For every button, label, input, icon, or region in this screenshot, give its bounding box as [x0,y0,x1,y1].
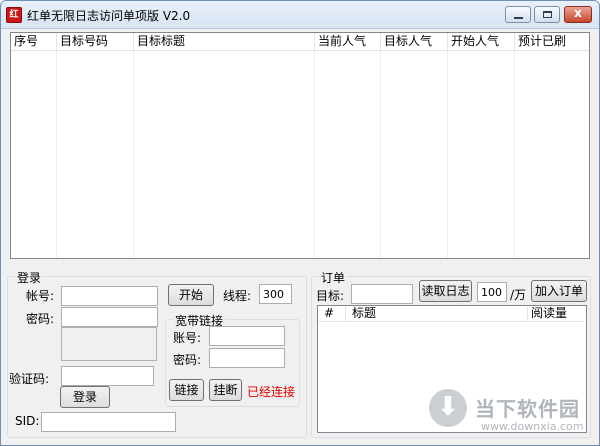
account-input[interactable] [61,286,158,306]
minimize-button[interactable] [505,6,531,23]
window-title: 红单无限日志访问单项版 V2.0 [27,9,191,23]
sid-input[interactable] [41,412,176,432]
threads-input[interactable] [259,284,292,304]
task-list-header: 序号 目标号码 目标标题 当前人气 目标人气 开始人气 预计已刷 [11,33,589,51]
column-divider [448,51,515,258]
app-logo-icon: 红 [6,7,22,23]
column-header-current-popularity[interactable]: 当前人气 [315,33,381,51]
column-header-order-number[interactable]: # [318,306,346,322]
column-divider [315,51,381,258]
password-input[interactable] [61,307,158,327]
task-list-body[interactable] [11,51,589,258]
order-target-label: 目标: [316,289,345,303]
order-list-header: # 标题 阅读量 [318,306,584,322]
maximize-icon [543,11,552,18]
title-bar[interactable]: 红 红单无限日志访问单项版 V2.0 x [1,1,599,29]
task-list[interactable]: 序号 目标号码 目标标题 当前人气 目标人气 开始人气 预计已刷 [10,32,590,259]
hangup-button[interactable]: 挂断 [209,379,242,401]
maximize-button[interactable] [534,6,560,23]
account-label: 帐号: [26,289,55,303]
column-divider [11,51,57,258]
column-header-order-title[interactable]: 标题 [346,306,528,322]
sid-label: SID: [15,414,40,428]
column-header-estimated-done[interactable]: 预计已刷 [515,33,589,51]
app-window: 红 红单无限日志访问单项版 V2.0 x 序号 目标号码 目标标题 当前人气 目… [0,0,600,446]
column-divider [57,51,134,258]
column-header-target-title[interactable]: 目标标题 [134,33,315,51]
column-header-target-number[interactable]: 目标号码 [57,33,134,51]
broadband-account-input[interactable] [209,326,285,346]
close-icon: x [574,6,582,20]
column-divider [134,51,315,258]
read-log-button[interactable]: 读取日志 [419,280,472,302]
threads-label: 线程: [223,289,252,303]
watermark-download-icon: ⬇ [429,389,467,427]
order-quantity-input[interactable] [477,282,507,302]
watermark-url: www.downxia.com [481,420,584,433]
login-group-label: 登录 [15,269,44,286]
download-arrow-icon: ⬇ [437,392,459,422]
broadband-password-label: 密码: [173,353,202,367]
column-header-target-popularity[interactable]: 目标人气 [381,33,448,51]
order-target-input[interactable] [351,284,413,304]
password-label: 密码: [26,312,55,326]
broadband-account-label: 账号: [173,331,202,345]
watermark-title: 当下软件园 [475,397,580,421]
column-divider [381,51,448,258]
column-header-index[interactable]: 序号 [11,33,57,51]
order-unit-label: /万 [510,288,527,302]
order-group-label: 订单 [319,269,348,286]
connect-button[interactable]: 链接 [169,379,204,401]
connection-status: 已经连接 [247,385,296,399]
captcha-image[interactable] [61,327,157,361]
start-button[interactable]: 开始 [168,284,214,306]
column-header-start-popularity[interactable]: 开始人气 [448,33,515,51]
minimize-icon [514,17,523,19]
login-button[interactable]: 登录 [60,386,110,408]
captcha-input[interactable] [61,366,154,386]
broadband-password-input[interactable] [209,348,285,368]
captcha-label: 验证码: [9,372,50,386]
column-header-read-count[interactable]: 阅读量 [528,306,584,322]
close-button[interactable]: x [564,6,592,23]
add-order-button[interactable]: 加入订单 [531,280,587,302]
